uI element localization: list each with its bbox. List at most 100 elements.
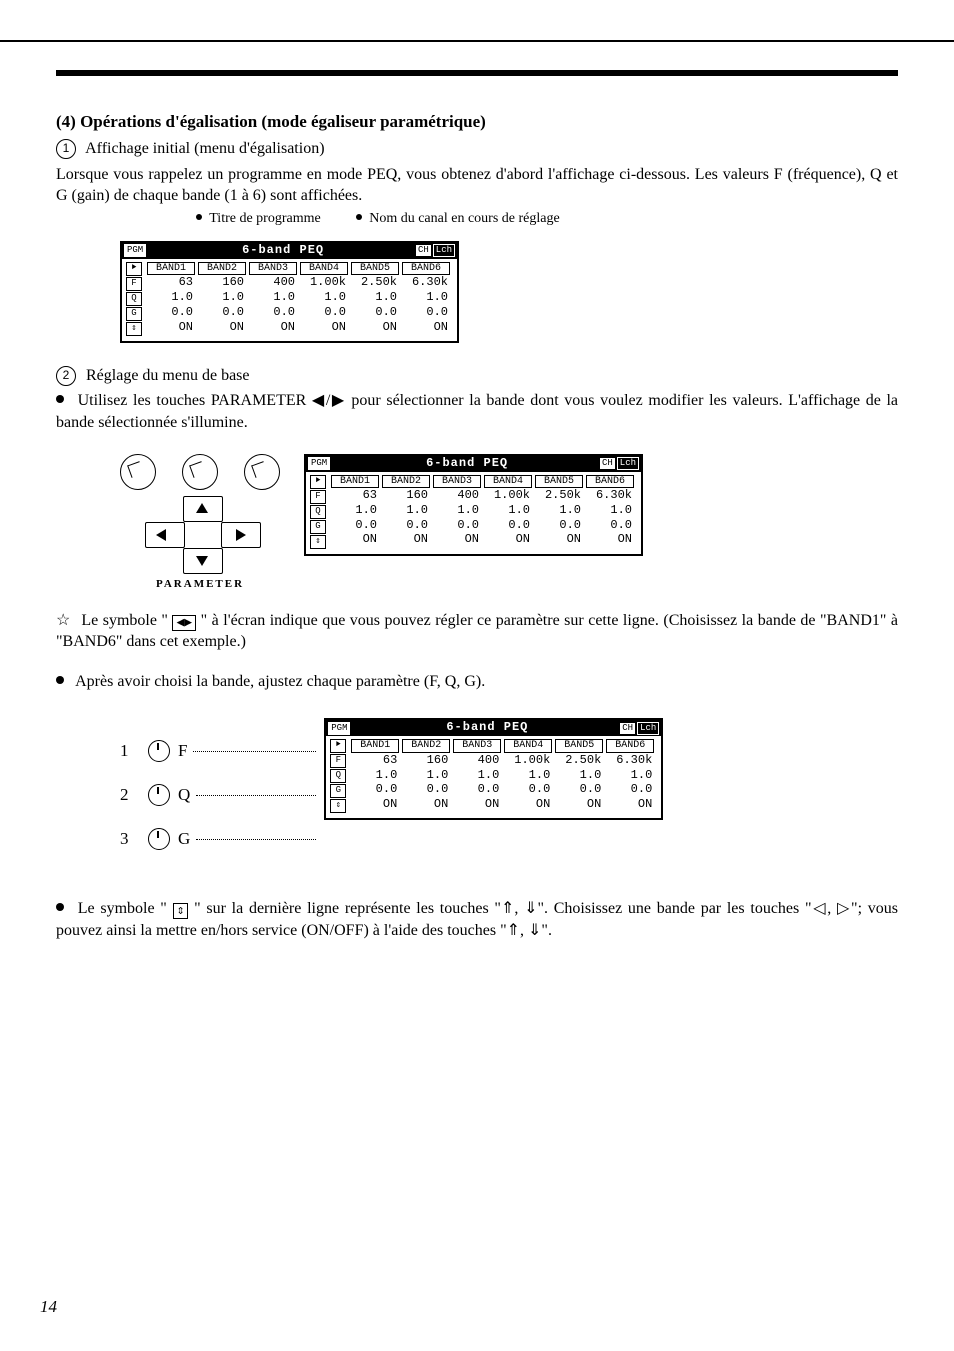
q-value: 1.0 (586, 504, 634, 518)
band-header: BAND1 (351, 739, 399, 753)
side-label: Q (126, 292, 142, 306)
g-value: 0.0 (453, 783, 501, 797)
g-value: 0.0 (198, 306, 246, 320)
g-value: 0.0 (382, 519, 430, 533)
on-value: ON (484, 533, 532, 547)
on-value: ON (402, 798, 450, 812)
step1-number: 1 (56, 139, 76, 159)
lcd-side-labels: ⯈ F Q G ⇕ (330, 738, 346, 814)
on-value: ON (249, 321, 297, 335)
f-value: 2.50k (351, 276, 399, 290)
knob-index: 3 (120, 829, 140, 849)
section-heading: (4) Opérations d'égalisation (mode égali… (56, 112, 898, 132)
on-value: ON (402, 321, 450, 335)
pgm-badge: PGM (308, 457, 330, 470)
updown-arrow-icon: ⇕ (173, 903, 189, 919)
lcd-header: PGM 6-band PEQ CH Lch (306, 456, 641, 472)
q-value: 1.0 (433, 504, 481, 518)
band-header: BAND6 (402, 262, 450, 276)
band-header: BAND2 (198, 262, 246, 276)
side-updown-icon: ⇕ (330, 799, 346, 813)
lcd-side-labels: ⯈ F Q G ⇕ (310, 474, 326, 550)
q-value: 1.0 (504, 769, 552, 783)
g-value: 0.0 (586, 519, 634, 533)
f-value: 400 (453, 754, 501, 768)
bullet-icon (56, 903, 64, 911)
ch-badge: CH (620, 723, 635, 734)
g-value: 0.0 (331, 519, 379, 533)
g-value: 0.0 (351, 783, 399, 797)
on-value: ON (198, 321, 246, 335)
q-value: 1.0 (606, 769, 654, 783)
ch-badge: CH (416, 245, 431, 256)
band-header: BAND3 (453, 739, 501, 753)
callout-program-title: Titre de programme (209, 211, 320, 226)
lcd-display-2: PGM 6-band PEQ CH Lch ⯈ F Q G ⇕ (304, 454, 643, 556)
left-right-arrow-icon: ◀▶ (172, 615, 196, 631)
step1-title: Affichage initial (menu d'égalisation) (85, 140, 324, 157)
g-value: 0.0 (147, 306, 195, 320)
star-icon: ☆ (56, 612, 71, 629)
lcd-display-1: PGM 6-band PEQ CH Lch ⯈ F Q G ⇕ BAND1 BA… (120, 241, 898, 343)
f-value: 63 (351, 754, 399, 768)
knob-icon (120, 454, 156, 490)
band-header: BAND1 (331, 475, 379, 489)
band-header: BAND2 (402, 739, 450, 753)
on-value: ON (586, 533, 634, 547)
f-value: 1.00k (300, 276, 348, 290)
band-header: BAND3 (433, 475, 481, 489)
band-header: BAND4 (484, 475, 532, 489)
step1-title-row: 1 Affichage initial (menu d'égalisation) (56, 138, 898, 160)
star-note: ☆ Le symbole " ◀▶ " à l'écran indique qu… (56, 610, 898, 653)
f-value: 6.30k (586, 489, 634, 503)
lcd-title: 6-band PEQ (354, 721, 620, 735)
side-arrow-icon: ⯈ (330, 739, 346, 753)
knob-index: 1 (120, 741, 140, 761)
g-value: 0.0 (402, 783, 450, 797)
f-value: 160 (402, 754, 450, 768)
down-button-icon (183, 548, 223, 574)
knob-icon (244, 454, 280, 490)
knob-icon (148, 784, 170, 806)
step2-body: Utilisez les touches PARAMETER ◀/▶ pour … (56, 390, 898, 433)
side-label: F (126, 277, 142, 291)
q-value: 1.0 (351, 769, 399, 783)
f-value: 160 (198, 276, 246, 290)
on-value: ON (382, 533, 430, 547)
page-number: 14 (40, 1297, 57, 1317)
on-value: ON (453, 798, 501, 812)
side-arrow-icon: ⯈ (126, 262, 142, 276)
pgm-badge: PGM (328, 722, 350, 735)
rule-top-thick (56, 70, 898, 76)
right-button-icon (221, 522, 261, 548)
g-value: 0.0 (555, 783, 603, 797)
q-value: 1.0 (331, 504, 379, 518)
band-header: BAND4 (504, 739, 552, 753)
bullet-icon (196, 214, 202, 220)
f-value: 2.50k (555, 754, 603, 768)
q-value: 1.0 (402, 769, 450, 783)
knob-legend: 1 F 2 Q 3 G (120, 718, 316, 872)
figure-row-2: 1 F 2 Q 3 G PGM 6-b (56, 696, 898, 872)
knob-index: 2 (120, 785, 140, 805)
left-button-icon (145, 522, 185, 548)
on-value: ON (351, 321, 399, 335)
on-value: ON (300, 321, 348, 335)
q-value: 1.0 (147, 291, 195, 305)
updown-note-text-a: Le symbole " (78, 900, 167, 917)
band-header: BAND5 (555, 739, 603, 753)
knob-icon (182, 454, 218, 490)
rule-top-thin (0, 40, 954, 42)
side-label: G (330, 784, 346, 798)
parameter-pad-figure: PARAMETER (120, 454, 280, 590)
after-band-note: Après avoir choisi la bande, ajustez cha… (56, 671, 898, 693)
ch-badge: CH (600, 458, 615, 469)
f-value: 1.00k (484, 489, 532, 503)
bullet-icon (56, 676, 64, 684)
q-value: 1.0 (402, 291, 450, 305)
step1-body: Lorsque vous rappelez un programme en mo… (56, 164, 898, 207)
knob-row-g: 3 G (120, 828, 316, 850)
side-label: F (310, 490, 326, 504)
pgm-badge: PGM (124, 244, 146, 257)
f-value: 63 (147, 276, 195, 290)
